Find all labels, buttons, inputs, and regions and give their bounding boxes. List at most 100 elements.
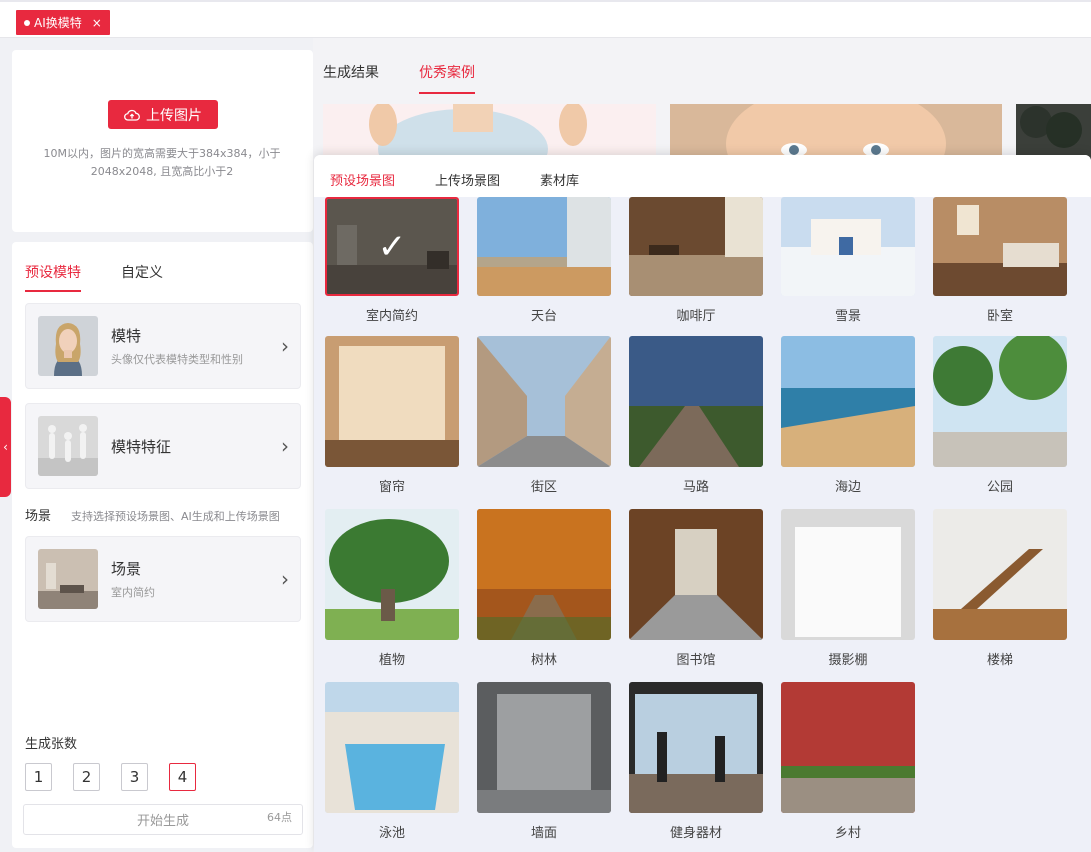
scene-section-header: 场景 支持选择预设场景图、AI生成和上传场景图 <box>25 505 280 524</box>
scene-thumb <box>781 509 915 640</box>
scene-label: 马路 <box>682 480 709 495</box>
scene-label: 楼梯 <box>986 653 1013 668</box>
scene-label: 泳池 <box>378 826 405 841</box>
scene-label: 卧室 <box>986 309 1013 324</box>
scene-label: 街区 <box>530 480 557 495</box>
scene-selector[interactable]: 场景 室内简约 › <box>25 536 301 622</box>
tab-ai-model-swap[interactable]: AI换模特 × <box>16 10 110 35</box>
scene-thumb <box>477 197 611 296</box>
model-feature-title: 模特特征 <box>111 437 172 456</box>
scene-thumb <box>933 509 1067 640</box>
count-option-3[interactable]: 3 <box>121 763 148 791</box>
scene-thumb <box>477 682 611 813</box>
scene-label: 摄影棚 <box>828 653 868 668</box>
scene-card-窗帘[interactable]: 窗帘 <box>325 336 459 495</box>
tab-preset-scene[interactable]: 预设场景图 <box>330 170 396 199</box>
tab-results[interactable]: 生成结果 <box>323 62 379 94</box>
upload-hint: 10M以内，图片的宽高需要大于384x384，小于2048x2048, 且宽高比… <box>43 147 281 178</box>
scene-section-label: 场景 <box>25 509 52 524</box>
scene-card-树林[interactable]: 树林 <box>477 509 611 668</box>
upload-card: 上传图片 10M以内，图片的宽高需要大于384x384，小于2048x2048,… <box>12 50 313 232</box>
tab-material-library[interactable]: 素材库 <box>540 170 579 199</box>
model-subtitle: 头像仅代表模特类型和性别 <box>111 353 243 366</box>
scene-picker-tabbar: 预设场景图 上传场景图 素材库 <box>314 155 1091 199</box>
scene-thumb <box>629 682 763 813</box>
model-title: 模特 <box>111 327 142 345</box>
model-selector[interactable]: 模特 头像仅代表模特类型和性别 › <box>25 303 301 389</box>
generate-label: 开始生成 <box>136 814 189 829</box>
tab-showcase[interactable]: 优秀案例 <box>419 62 475 94</box>
scene-card-乡村[interactable]: 乡村 <box>781 682 915 841</box>
scene-thumb <box>477 509 611 640</box>
scene-label: 健身器材 <box>669 826 722 841</box>
scene-thumb <box>781 682 915 813</box>
mannequin-thumb <box>38 416 98 476</box>
close-icon[interactable]: × <box>92 16 102 30</box>
model-avatar <box>38 316 98 376</box>
scene-card-楼梯[interactable]: 楼梯 <box>933 509 1067 668</box>
scene-card-卧室[interactable]: 卧室 <box>933 197 1067 324</box>
scene-card-图书馆[interactable]: 图书馆 <box>629 509 763 668</box>
scene-label: 植物 <box>378 653 405 668</box>
count-label: 生成张数 <box>25 737 78 752</box>
scene-thumb <box>325 682 459 813</box>
config-card: 预设模特 自定义 模特 头像仅代表模特类型和性别 › 模特特征 › 场景 支持选… <box>12 242 313 848</box>
tab-custom[interactable]: 自定义 <box>121 262 163 292</box>
model-feature-selector[interactable]: 模特特征 › <box>25 403 301 489</box>
tab-preset-model[interactable]: 预设模特 <box>25 262 81 292</box>
scene-label: 海边 <box>834 480 861 495</box>
chevron-right-icon: › <box>281 434 289 458</box>
start-generate-button[interactable]: 开始生成 64点 <box>23 804 303 835</box>
count-option-2[interactable]: 2 <box>73 763 100 791</box>
scene-thumb <box>933 197 1067 296</box>
cloud-upload-icon <box>124 109 140 121</box>
scene-card-雪景[interactable]: 雪景 <box>781 197 915 324</box>
scene-card-健身器材[interactable]: 健身器材 <box>629 682 763 841</box>
scene-label: 公园 <box>986 480 1013 495</box>
scene-card-植物[interactable]: 植物 <box>325 509 459 668</box>
scene-label: 乡村 <box>834 826 861 841</box>
chevron-right-icon: › <box>281 334 289 358</box>
scene-label: 树林 <box>530 653 557 668</box>
upload-image-button[interactable]: 上传图片 <box>108 100 218 129</box>
tab-upload-scene[interactable]: 上传场景图 <box>435 170 500 199</box>
main-tabs: 生成结果 优秀案例 <box>323 62 475 94</box>
count-option-4[interactable]: 4 <box>169 763 196 791</box>
scene-card-街区[interactable]: 街区 <box>477 336 611 495</box>
check-icon: ✓ <box>327 199 457 294</box>
scene-picker-tabs: 预设场景图 上传场景图 素材库 <box>330 170 579 199</box>
scene-thumb <box>325 336 459 467</box>
scene-title: 场景 <box>111 560 142 578</box>
model-tabs: 预设模特 自定义 <box>25 262 163 292</box>
scene-thumb <box>477 336 611 467</box>
scene-thumb <box>629 509 763 640</box>
chevron-left-icon: ‹ <box>3 440 8 454</box>
scene-thumb <box>38 549 98 609</box>
scene-subtitle: 室内简约 <box>111 586 155 599</box>
upload-button-label: 上传图片 <box>146 106 202 123</box>
scene-label: 雪景 <box>834 309 861 324</box>
scene-section-note: 支持选择预设场景图、AI生成和上传场景图 <box>71 510 280 523</box>
scene-label: 窗帘 <box>378 480 405 495</box>
collapse-handle[interactable]: ‹ <box>0 397 11 497</box>
scene-card-墙面[interactable]: 墙面 <box>477 682 611 841</box>
scene-card-咖啡厅[interactable]: 咖啡厅 <box>629 197 763 324</box>
scene-card-海边[interactable]: 海边 <box>781 336 915 495</box>
count-options: 1 2 3 4 <box>25 763 196 791</box>
scene-card-室内简约[interactable]: ✓ 室内简约 <box>325 197 459 324</box>
count-option-1[interactable]: 1 <box>25 763 52 791</box>
scene-thumb <box>629 197 763 296</box>
scene-thumb <box>781 336 915 467</box>
scene-card-公园[interactable]: 公园 <box>933 336 1067 495</box>
scene-thumb <box>325 509 459 640</box>
scene-card-摄影棚[interactable]: 摄影棚 <box>781 509 915 668</box>
scene-card-天台[interactable]: 天台 <box>477 197 611 324</box>
scene-label: 咖啡厅 <box>676 309 716 324</box>
scene-label: 墙面 <box>530 826 557 841</box>
scene-thumb: ✓ <box>325 197 459 296</box>
scene-thumb <box>629 336 763 467</box>
scene-picker-popup: 预设场景图 上传场景图 素材库 ✓ 室内简约 天台 咖啡厅 雪景 卧室 窗帘 街… <box>314 155 1091 852</box>
top-tab-bar: AI换模特 × <box>0 0 1091 38</box>
scene-card-马路[interactable]: 马路 <box>629 336 763 495</box>
scene-card-泳池[interactable]: 泳池 <box>325 682 459 841</box>
